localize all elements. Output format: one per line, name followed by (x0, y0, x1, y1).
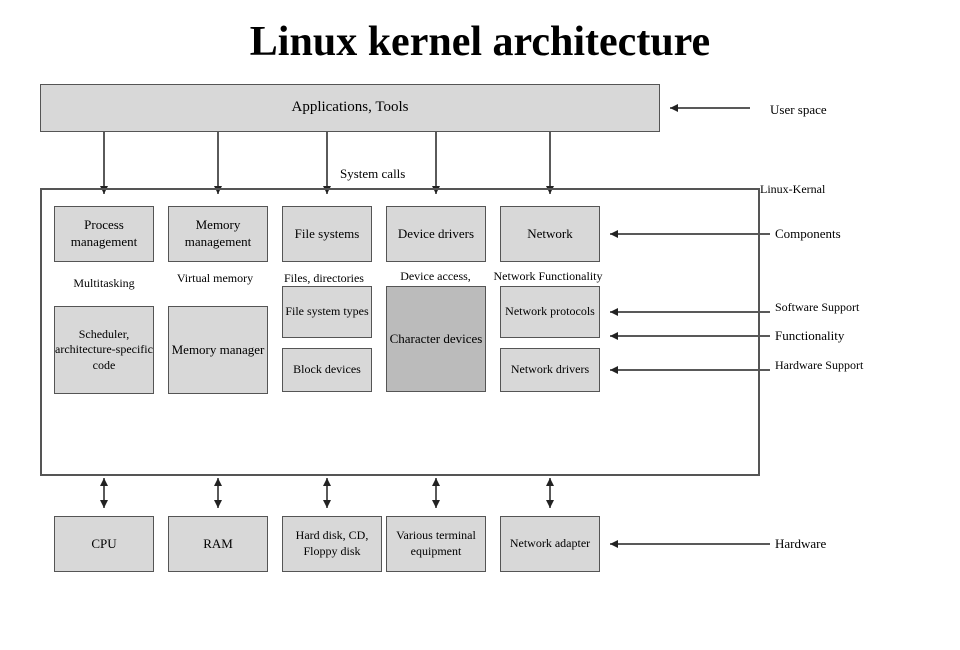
hardware-support-label: Hardware Support (775, 358, 863, 373)
scheduler-box: Scheduler, architecture-specific code (54, 306, 154, 394)
character-devices-box: Character devices (386, 286, 486, 392)
cpu-box: CPU (54, 516, 154, 572)
network-box: Network (500, 206, 600, 262)
software-support-label: Software Support (775, 300, 859, 315)
network-functionality-label: Network Functionality (493, 269, 603, 284)
fs-types-box: File system types (282, 286, 372, 338)
applications-bar: Applications, Tools (40, 84, 660, 132)
hardware-label: Hardware (775, 536, 826, 552)
files-directories-label: Files, directories (275, 271, 373, 286)
block-devices-box: Block devices (282, 348, 372, 392)
user-space-label: User space (770, 102, 827, 118)
virtual-memory-label: Virtual memory (160, 271, 270, 286)
file-systems-box: File systems (282, 206, 372, 262)
system-calls-label: System calls (340, 166, 405, 182)
process-management-box: Process management (54, 206, 154, 262)
page-title: Linux kernel architecture (0, 0, 960, 76)
device-drivers-box: Device drivers (386, 206, 486, 262)
terminal-box: Various terminal equipment (386, 516, 486, 572)
hdd-box: Hard disk, CD, Floppy disk (282, 516, 382, 572)
linux-kernal-label: Linux-Kernal (760, 182, 825, 197)
network-drivers-box: Network drivers (500, 348, 600, 392)
multitasking-label: Multitasking (54, 276, 154, 291)
network-adapter-box: Network adapter (500, 516, 600, 572)
components-label: Components (775, 226, 841, 242)
network-protocols-box: Network protocols (500, 286, 600, 338)
functionality-label: Functionality (775, 328, 844, 344)
memory-management-box: Memory management (168, 206, 268, 262)
memory-manager-box: Memory manager (168, 306, 268, 394)
ram-box: RAM (168, 516, 268, 572)
